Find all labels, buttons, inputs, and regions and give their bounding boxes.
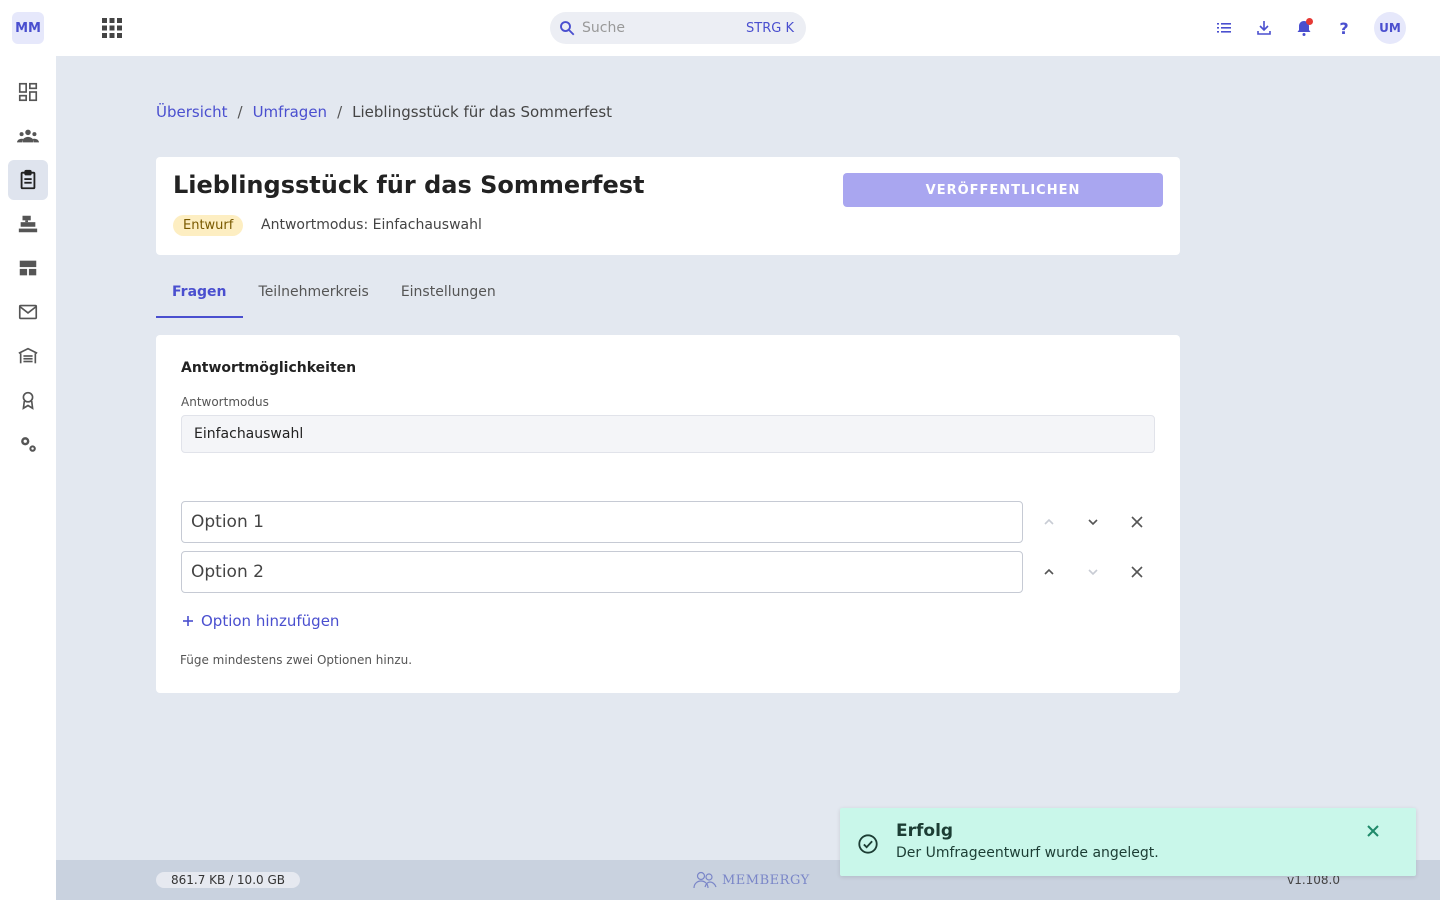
sidebar-item-members[interactable] — [8, 116, 48, 156]
search-input[interactable]: Suche STRG K — [550, 12, 806, 44]
mail-icon — [18, 304, 38, 320]
breadcrumb-current: Lieblingsstück für das Sommerfest — [352, 103, 613, 121]
answers-card: Antwortmöglichkeiten Antwortmodus Einfac… — [156, 335, 1180, 693]
clipboard-icon — [20, 169, 36, 190]
sidebar: MM — [0, 0, 56, 900]
section-title: Antwortmöglichkeiten — [181, 360, 357, 376]
search-placeholder: Suche — [582, 20, 625, 36]
answer-mode-value: Einfachauswahl — [372, 217, 482, 233]
sidebar-item-surveys[interactable] — [8, 160, 48, 200]
option-input[interactable] — [181, 551, 1023, 593]
sidebar-nav — [8, 72, 48, 464]
top-actions: ? UM — [1214, 12, 1406, 44]
notification-dot — [1306, 18, 1313, 25]
task-list-button[interactable] — [1214, 18, 1234, 38]
close-icon[interactable] — [1364, 822, 1382, 840]
breadcrumb-overview[interactable]: Übersicht — [156, 103, 228, 121]
chevron-down-icon — [1088, 519, 1098, 526]
chevron-up-icon — [1044, 568, 1054, 575]
dashboard-icon — [18, 82, 38, 102]
members-logo-icon — [693, 871, 717, 889]
breadcrumb-separator: / — [337, 103, 343, 121]
sidebar-item-mail[interactable] — [8, 292, 48, 332]
app-logo[interactable]: MM — [12, 12, 44, 44]
list-icon — [1217, 23, 1231, 33]
answer-mode-label: Antwortmodus: — [261, 217, 369, 233]
publish-button[interactable]: VERÖFFENTLICHEN — [843, 173, 1163, 207]
sidebar-item-dashboard[interactable] — [8, 72, 48, 112]
tab-participants[interactable]: Teilnehmerkreis — [243, 270, 385, 318]
brand-name: MEMBERGY — [722, 872, 810, 888]
download-icon — [1257, 21, 1271, 35]
plus-icon — [183, 616, 193, 626]
chevron-down-icon — [1088, 569, 1098, 576]
settings-icon — [21, 437, 36, 452]
success-toast: Erfolg Der Umfrageentwurf wurde angelegt… — [840, 808, 1416, 876]
members-icon — [17, 129, 39, 143]
topbar: Suche STRG K ? UM — [56, 0, 1440, 56]
toast-message: Der Umfrageentwurf wurde angelegt. — [896, 845, 1159, 861]
check-circle-icon — [858, 834, 878, 854]
search-shortcut: STRG K — [746, 20, 794, 36]
table-layout-icon — [19, 260, 37, 276]
move-up-button[interactable] — [1037, 510, 1061, 534]
option-row — [181, 551, 1161, 593]
options-hint: Füge mindestens zwei Optionen hinzu. — [180, 653, 413, 667]
help-button[interactable]: ? — [1334, 18, 1354, 38]
option-input[interactable] — [181, 501, 1023, 543]
award-icon — [22, 391, 34, 410]
move-down-button[interactable] — [1081, 560, 1105, 584]
download-button[interactable] — [1254, 18, 1274, 38]
brand-logo: MEMBERGY — [692, 870, 810, 890]
answer-mode-field-label: Antwortmodus — [181, 395, 269, 409]
tab-settings[interactable]: Einstellungen — [385, 270, 512, 318]
storage-usage: 861.7 KB / 10.0 GB — [156, 872, 300, 888]
move-down-button[interactable] — [1081, 510, 1105, 534]
page-title: Lieblingsstück für das Sommerfest — [173, 171, 645, 199]
survey-header-card: Lieblingsstück für das Sommerfest VERÖFF… — [156, 157, 1180, 255]
breadcrumb-surveys[interactable]: Umfragen — [253, 103, 328, 121]
sidebar-item-tables[interactable] — [8, 248, 48, 288]
breadcrumb-separator: / — [237, 103, 243, 121]
move-up-button[interactable] — [1037, 560, 1061, 584]
sidebar-item-awards[interactable] — [8, 380, 48, 420]
warehouse-icon — [18, 347, 38, 364]
sidebar-item-settings[interactable] — [8, 424, 48, 464]
chevron-up-icon — [1044, 518, 1054, 525]
close-icon — [1131, 516, 1143, 528]
answer-mode-summary: Antwortmodus: Einfachauswahl — [261, 217, 482, 233]
tab-questions[interactable]: Fragen — [156, 270, 243, 318]
notifications-button[interactable] — [1294, 18, 1314, 38]
add-option-label: Option hinzufügen — [201, 612, 340, 630]
remove-option-button[interactable] — [1125, 560, 1149, 584]
status-badge: Entwurf — [173, 215, 244, 236]
sidebar-item-cashier[interactable] — [8, 204, 48, 244]
option-row — [181, 501, 1161, 543]
close-icon — [1131, 566, 1143, 578]
cash-register-icon — [18, 215, 38, 233]
search-icon — [560, 21, 575, 36]
remove-option-button[interactable] — [1125, 510, 1149, 534]
answer-mode-select[interactable]: Einfachauswahl — [181, 415, 1155, 453]
breadcrumb: Übersicht / Umfragen / Lieblingsstück fü… — [156, 103, 612, 121]
add-option-button[interactable]: Option hinzufügen — [181, 612, 339, 630]
user-avatar[interactable]: UM — [1374, 12, 1406, 44]
survey-tabs: Fragen Teilnehmerkreis Einstellungen — [156, 270, 512, 318]
toast-title: Erfolg — [896, 821, 954, 841]
sidebar-item-warehouse[interactable] — [8, 336, 48, 376]
apps-grid-icon[interactable] — [102, 18, 122, 38]
